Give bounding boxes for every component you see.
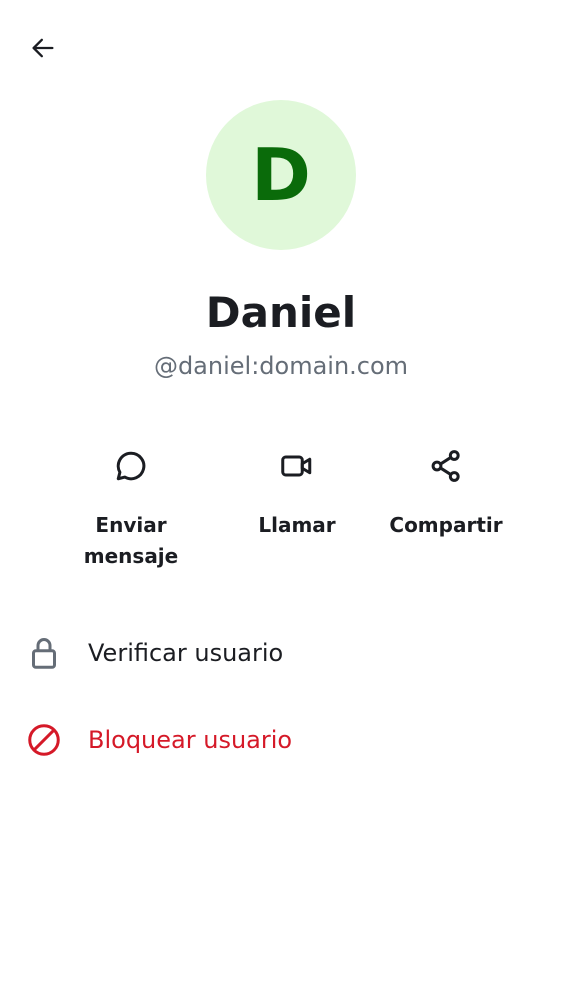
lock-icon [24, 633, 64, 673]
back-button[interactable] [22, 29, 64, 71]
call-label: Llamar [258, 513, 336, 537]
share-button[interactable]: Compartir [366, 442, 526, 541]
share-label: Compartir [389, 513, 503, 537]
chat-bubble-icon [107, 442, 155, 490]
share-icon [422, 442, 470, 490]
video-camera-icon [273, 442, 321, 490]
block-icon [24, 720, 64, 760]
call-button[interactable]: Llamar [217, 442, 377, 541]
avatar-initial: D [251, 133, 311, 217]
verify-user-label: Verificar usuario [88, 639, 284, 667]
display-name: Daniel [205, 288, 357, 337]
block-user-label: Bloquear usuario [88, 726, 293, 754]
arrow-left-icon [29, 34, 57, 67]
send-message-button[interactable]: Enviar mensaje [51, 442, 211, 572]
block-user-item[interactable]: Bloquear usuario [0, 708, 562, 772]
send-message-label: Enviar mensaje [83, 513, 179, 568]
user-id: @daniel:domain.com [153, 352, 409, 380]
verify-user-item[interactable]: Verificar usuario [0, 621, 562, 685]
avatar: D [206, 100, 356, 250]
